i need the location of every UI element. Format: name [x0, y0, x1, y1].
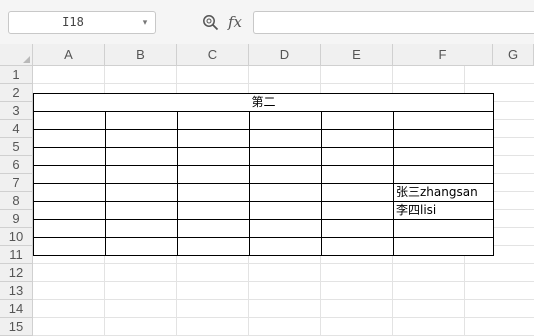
cell-f5[interactable]	[393, 147, 494, 166]
cell-e10[interactable]	[321, 237, 394, 256]
cell-a3[interactable]	[33, 111, 106, 130]
column-header-c[interactable]: C	[177, 44, 249, 66]
row-header-6[interactable]: 6	[0, 156, 33, 174]
cell-b9[interactable]	[105, 219, 178, 238]
zoom-icon[interactable]	[202, 14, 219, 31]
cell-d8[interactable]	[249, 201, 322, 220]
select-all-triangle-icon	[23, 56, 30, 63]
cell-d6[interactable]	[249, 165, 322, 184]
cell-f7[interactable]: 张三zhangsan	[393, 183, 494, 202]
cell-f4[interactable]	[393, 129, 494, 148]
chevron-down-icon[interactable]: ▾	[140, 16, 150, 28]
cell-b8[interactable]	[105, 201, 178, 220]
row-header-11[interactable]: 11	[0, 246, 33, 264]
cell-a10[interactable]	[33, 237, 106, 256]
cell-c7[interactable]	[177, 183, 250, 202]
cell-a5[interactable]	[33, 147, 106, 166]
cell-e4[interactable]	[321, 129, 394, 148]
row-header-8[interactable]: 8	[0, 192, 33, 210]
cell-f9[interactable]	[393, 219, 494, 238]
cell-b4[interactable]	[105, 129, 178, 148]
cell-b7[interactable]	[105, 183, 178, 202]
merged-title-cell[interactable]: 第二	[33, 93, 494, 112]
cell-b10[interactable]	[105, 237, 178, 256]
cell-c10[interactable]	[177, 237, 250, 256]
column-header-e[interactable]: E	[321, 44, 393, 66]
cell-c6[interactable]	[177, 165, 250, 184]
cell-a7[interactable]	[33, 183, 106, 202]
cell-f8[interactable]: 李四lisi	[393, 201, 494, 220]
row-header-7[interactable]: 7	[0, 174, 33, 192]
column-header-a[interactable]: A	[33, 44, 105, 66]
cell-e5[interactable]	[321, 147, 394, 166]
row-header-9[interactable]: 9	[0, 210, 33, 228]
formula-bar: I18 ▾ fx	[0, 0, 534, 45]
select-all-button[interactable]	[0, 44, 33, 66]
column-header-f[interactable]: F	[393, 44, 493, 66]
cell-c8[interactable]	[177, 201, 250, 220]
row-header-3[interactable]: 3	[0, 102, 33, 120]
column-header-d[interactable]: D	[249, 44, 321, 66]
cell-grid[interactable]: 第二 张三zhangsan 李四lisi	[33, 66, 534, 336]
row-header-15[interactable]: 15	[0, 318, 33, 336]
cell-e6[interactable]	[321, 165, 394, 184]
cell-a9[interactable]	[33, 219, 106, 238]
cell-c5[interactable]	[177, 147, 250, 166]
name-box[interactable]: I18 ▾	[8, 11, 156, 34]
column-header-b[interactable]: B	[105, 44, 177, 66]
cell-f6[interactable]	[393, 165, 494, 184]
cell-reference[interactable]: I18	[9, 12, 137, 33]
row-header-13[interactable]: 13	[0, 282, 33, 300]
row-header-12[interactable]: 12	[0, 264, 33, 282]
cell-e9[interactable]	[321, 219, 394, 238]
row-header-1[interactable]: 1	[0, 66, 33, 84]
cell-b3[interactable]	[105, 111, 178, 130]
formula-input[interactable]	[253, 11, 534, 34]
cell-f3[interactable]	[393, 111, 494, 130]
row-header-4[interactable]: 4	[0, 120, 33, 138]
row-header-10[interactable]: 10	[0, 228, 33, 246]
cell-e7[interactable]	[321, 183, 394, 202]
cell-b6[interactable]	[105, 165, 178, 184]
cell-d5[interactable]	[249, 147, 322, 166]
row-header-14[interactable]: 14	[0, 300, 33, 318]
cell-c3[interactable]	[177, 111, 250, 130]
cell-b5[interactable]	[105, 147, 178, 166]
cell-a4[interactable]	[33, 129, 106, 148]
row-header-5[interactable]: 5	[0, 138, 33, 156]
cell-a8[interactable]	[33, 201, 106, 220]
column-header-g[interactable]: G	[493, 44, 534, 66]
cell-a6[interactable]	[33, 165, 106, 184]
cell-e3[interactable]	[321, 111, 394, 130]
row-header-2[interactable]: 2	[0, 84, 33, 102]
cell-f10[interactable]	[393, 237, 494, 256]
cell-d9[interactable]	[249, 219, 322, 238]
cell-e8[interactable]	[321, 201, 394, 220]
cell-d7[interactable]	[249, 183, 322, 202]
cell-d4[interactable]	[249, 129, 322, 148]
cell-d3[interactable]	[249, 111, 322, 130]
cell-d10[interactable]	[249, 237, 322, 256]
fx-icon[interactable]: fx	[228, 11, 242, 33]
cell-c4[interactable]	[177, 129, 250, 148]
cell-c9[interactable]	[177, 219, 250, 238]
